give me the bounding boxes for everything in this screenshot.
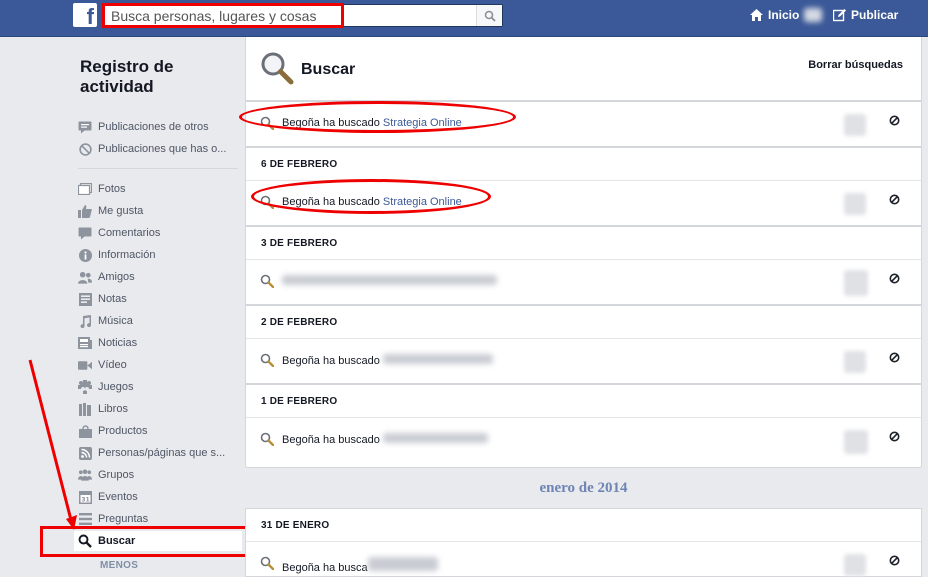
date-heading: 6 DE FEBRERO bbox=[246, 148, 921, 181]
entry-prefix: Begoña ha buscado bbox=[282, 355, 383, 367]
redacted-text bbox=[382, 433, 488, 443]
date-heading: 2 DE FEBRERO bbox=[246, 306, 921, 339]
blocked-icon[interactable] bbox=[889, 194, 900, 205]
entry-text: Begoña ha buscado bbox=[282, 433, 488, 446]
entry-text: Begoña ha busca bbox=[282, 557, 438, 574]
date-heading: 3 DE FEBRERO bbox=[246, 227, 921, 260]
date-heading: 1 DE FEBRERO bbox=[246, 385, 921, 418]
annotation-arrow-sidebar bbox=[28, 359, 73, 521]
blocked-icon[interactable] bbox=[889, 352, 900, 363]
blocked-icon[interactable] bbox=[889, 115, 900, 126]
blocked-icon[interactable] bbox=[889, 431, 900, 442]
entry-text bbox=[282, 275, 497, 288]
annotation-entry-highlight bbox=[251, 179, 491, 214]
search-icon bbox=[260, 556, 274, 570]
entry-text: Begoña ha buscado bbox=[282, 354, 493, 367]
blocked-icon[interactable] bbox=[889, 273, 900, 284]
redacted-text bbox=[282, 275, 497, 285]
avatar bbox=[844, 114, 866, 136]
activity-card: 2 DE FEBRERO Begoña ha buscado bbox=[245, 305, 922, 384]
avatar bbox=[844, 554, 866, 576]
list-item bbox=[246, 260, 921, 302]
page-title: Buscar bbox=[301, 61, 356, 78]
search-icon bbox=[260, 432, 274, 446]
avatar bbox=[844, 193, 866, 215]
date-heading: 31 DE ENERO bbox=[246, 509, 921, 542]
entry-prefix: Begoña ha busca bbox=[282, 562, 368, 574]
list-item: Begoña ha buscado bbox=[246, 418, 921, 460]
redacted-text bbox=[382, 354, 493, 364]
activity-card: 1 DE FEBRERO Begoña ha buscado bbox=[245, 384, 922, 468]
annotation-arrowhead-sidebar bbox=[66, 515, 77, 530]
month-separator: enero de 2014 bbox=[539, 480, 628, 496]
avatar bbox=[844, 430, 868, 454]
entry-prefix: Begoña ha buscado bbox=[282, 434, 383, 446]
annotation-entry-highlight bbox=[239, 101, 516, 133]
list-item: Begoña ha buscado bbox=[246, 339, 921, 381]
avatar bbox=[844, 270, 868, 296]
redacted-text bbox=[367, 557, 438, 571]
clear-searches-link[interactable]: Borrar búsquedas bbox=[808, 59, 903, 71]
search-icon bbox=[260, 353, 274, 367]
magnifier-large-icon bbox=[260, 51, 296, 88]
blocked-icon[interactable] bbox=[889, 555, 900, 566]
activity-card: 31 DE ENERO Begoña ha busca bbox=[245, 508, 922, 577]
list-item: Begoña ha busca bbox=[246, 542, 921, 577]
activity-card: 3 DE FEBRERO bbox=[245, 226, 922, 305]
search-icon bbox=[260, 274, 274, 288]
search-header-card: Buscar Borrar búsquedas bbox=[245, 37, 922, 101]
avatar bbox=[844, 351, 866, 373]
